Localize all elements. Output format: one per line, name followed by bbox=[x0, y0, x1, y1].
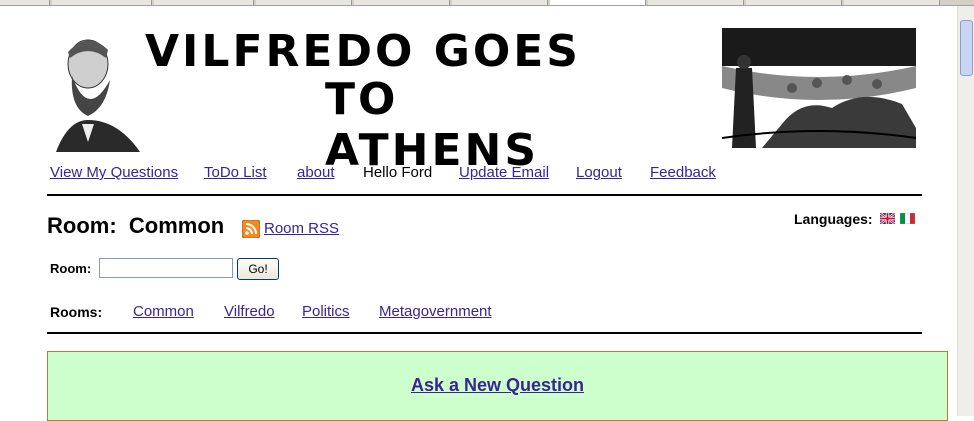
browser-tab[interactable] bbox=[452, 0, 548, 5]
languages-label: Languages: bbox=[794, 211, 873, 227]
scrollbar-thumb[interactable] bbox=[960, 20, 973, 76]
room-form-label: Room: bbox=[50, 261, 92, 276]
site-title-banner: VILFREDO GOES TO ATHENS bbox=[145, 26, 615, 176]
browser-tab-strip bbox=[0, 0, 974, 6]
room-rss-link[interactable]: Room RSS bbox=[264, 220, 339, 237]
browser-tab[interactable] bbox=[154, 0, 254, 5]
vertical-scrollbar[interactable] bbox=[957, 6, 974, 416]
italy-flag-icon[interactable] bbox=[900, 213, 915, 224]
nav-todo-list-link[interactable]: ToDo List bbox=[204, 164, 267, 181]
ask-question-panel: Ask a New Question bbox=[47, 351, 948, 421]
ancient-athens-scene-image bbox=[722, 28, 916, 148]
browser-tab[interactable] bbox=[354, 0, 450, 5]
browser-tab[interactable] bbox=[0, 0, 50, 5]
divider bbox=[47, 194, 922, 196]
nav-view-my-questions-link[interactable]: View My Questions bbox=[50, 164, 178, 181]
vilfredo-portrait-image bbox=[48, 24, 144, 152]
nav-feedback-link[interactable]: Feedback bbox=[650, 164, 716, 181]
nav-about-link[interactable]: about bbox=[297, 164, 335, 181]
ask-new-question-link[interactable]: Ask a New Question bbox=[411, 375, 584, 395]
go-button[interactable]: Go! bbox=[237, 258, 279, 280]
browser-tab[interactable] bbox=[256, 0, 352, 5]
room-title: Room: Common bbox=[47, 213, 225, 238]
site-title-line1: VILFREDO GOES bbox=[145, 26, 581, 77]
room-link-metagovernment[interactable]: Metagovernment bbox=[379, 303, 492, 320]
site-title-line2: TO ATHENS bbox=[325, 74, 540, 176]
room-link-vilfredo[interactable]: Vilfredo bbox=[224, 303, 275, 320]
browser-tab-active[interactable] bbox=[550, 0, 646, 5]
browser-tab[interactable] bbox=[844, 0, 940, 5]
nav-greeting: Hello Ford bbox=[363, 164, 433, 181]
room-link-politics[interactable]: Politics bbox=[302, 303, 350, 320]
divider bbox=[47, 332, 922, 334]
nav-update-email-link[interactable]: Update Email bbox=[459, 164, 549, 181]
room-link-common[interactable]: Common bbox=[133, 303, 194, 320]
browser-tab[interactable] bbox=[648, 0, 744, 5]
nav-logout-link[interactable]: Logout bbox=[576, 164, 622, 181]
rooms-label: Rooms: bbox=[50, 304, 103, 320]
room-input[interactable] bbox=[99, 258, 233, 278]
uk-flag-icon[interactable] bbox=[880, 213, 895, 224]
browser-tab[interactable] bbox=[746, 0, 842, 5]
rss-icon[interactable] bbox=[242, 220, 260, 238]
browser-tab[interactable] bbox=[52, 0, 152, 5]
